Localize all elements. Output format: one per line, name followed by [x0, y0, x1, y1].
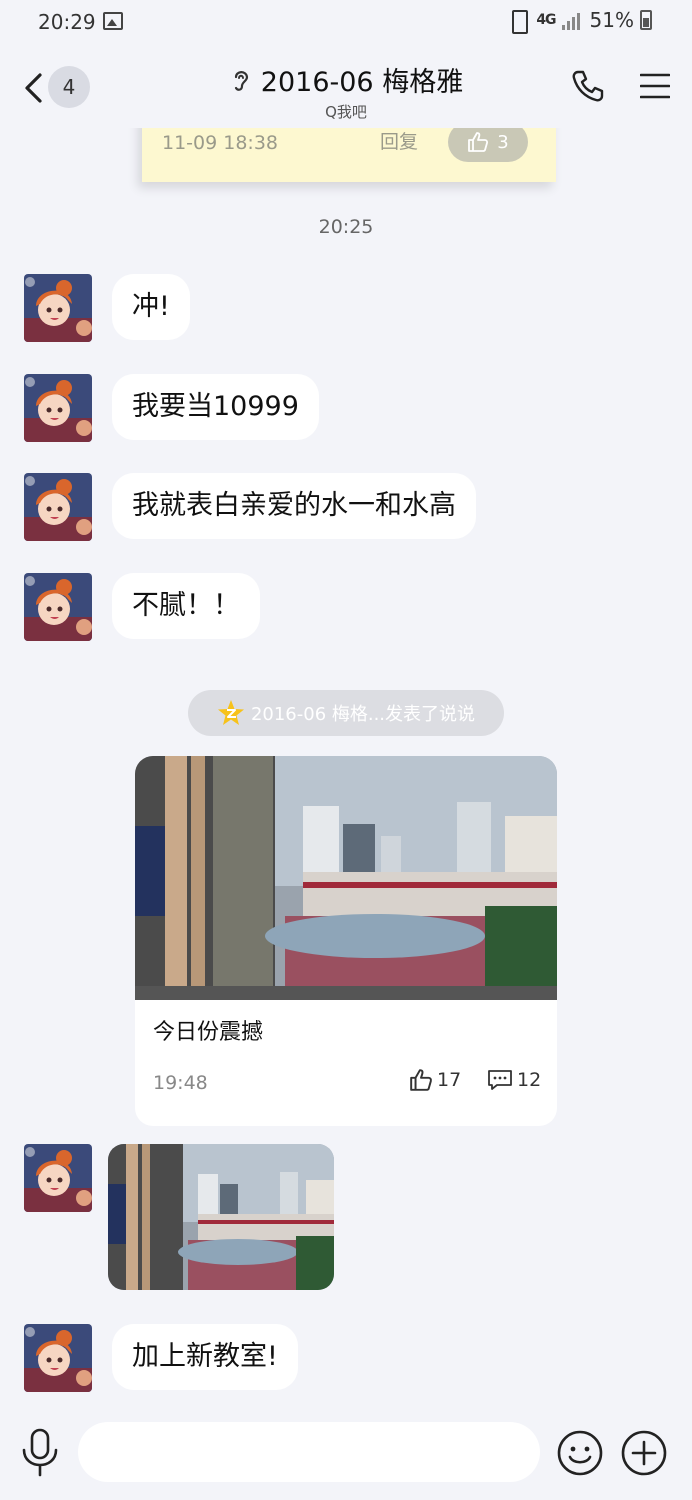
avatar[interactable] — [24, 573, 92, 641]
chat-header: 4 2016-06 梅格雅 Q我吧 — [0, 46, 692, 128]
message-bubble[interactable]: 我要当10999 — [112, 374, 319, 440]
qzone-notice-text: 2016-06 梅格...发表了说说 — [250, 704, 476, 725]
status-bar: 20:29 4G 51% — [0, 0, 692, 46]
message-timestamp: 20:25 — [318, 216, 374, 238]
message-bubble[interactable]: 加上新教室! — [112, 1324, 298, 1390]
qzone-post-card[interactable]: 今日份震撼 19:48 17 12 — [135, 756, 557, 1126]
note-like-count: 3 — [497, 131, 509, 153]
chat-messages[interactable]: 11-09 18:38 回复 3 20:25 冲! 我要当10999 我就表白亲… — [0, 128, 692, 1406]
thumbs-up-icon — [468, 132, 489, 152]
image-icon — [103, 12, 123, 30]
note-like-button[interactable]: 3 — [448, 128, 528, 162]
avatar[interactable] — [24, 274, 92, 342]
signal-icon — [561, 10, 584, 30]
network-label: 4G — [536, 12, 556, 28]
message-bubble[interactable]: 我就表白亲爱的水一和水高 — [112, 473, 476, 539]
avatar[interactable] — [24, 473, 92, 541]
battery-percent: 51% — [589, 8, 634, 32]
note-reply-button[interactable]: 回复 — [380, 128, 418, 154]
post-like-button[interactable]: 17 — [409, 1068, 461, 1092]
status-icons: 4G 51% — [506, 8, 652, 34]
microphone-icon[interactable] — [18, 1428, 62, 1478]
avatar[interactable] — [24, 1144, 92, 1212]
input-bar — [0, 1406, 692, 1500]
post-time: 19:48 — [153, 1072, 208, 1094]
post-like-count: 17 — [437, 1069, 462, 1091]
message-bubble[interactable]: 冲! — [112, 274, 190, 340]
photo-message[interactable] — [108, 1144, 334, 1290]
comment-icon — [488, 1070, 512, 1090]
note-time: 11-09 18:38 — [162, 132, 279, 154]
post-photo[interactable] — [135, 756, 557, 1000]
avatar[interactable] — [24, 1324, 92, 1392]
post-comment-count: 12 — [517, 1069, 542, 1091]
message-bubble[interactable]: 不腻！！ — [112, 573, 260, 639]
qzone-star-icon — [217, 700, 244, 725]
avatar[interactable] — [24, 374, 92, 442]
emoji-icon[interactable] — [556, 1429, 604, 1477]
menu-icon[interactable] — [640, 72, 670, 100]
post-comment-button[interactable]: 12 — [487, 1068, 541, 1092]
chat-title: 2016-06 梅格雅 — [260, 67, 464, 98]
thumbs-up-icon — [410, 1069, 432, 1091]
vibrate-icon — [506, 9, 530, 34]
chat-subtitle: Q我吧 — [325, 103, 367, 121]
pinned-note-card[interactable]: 11-09 18:38 回复 3 — [142, 128, 556, 182]
status-time: 20:29 — [38, 10, 96, 34]
battery-icon — [640, 10, 652, 30]
qzone-notice-pill[interactable]: 2016-06 梅格...发表了说说 — [188, 690, 504, 736]
ear-icon — [234, 70, 248, 91]
plus-icon[interactable] — [620, 1429, 668, 1477]
phone-icon[interactable] — [570, 68, 606, 104]
message-input[interactable] — [78, 1422, 540, 1482]
post-text: 今日份震撼 — [153, 1020, 264, 1045]
